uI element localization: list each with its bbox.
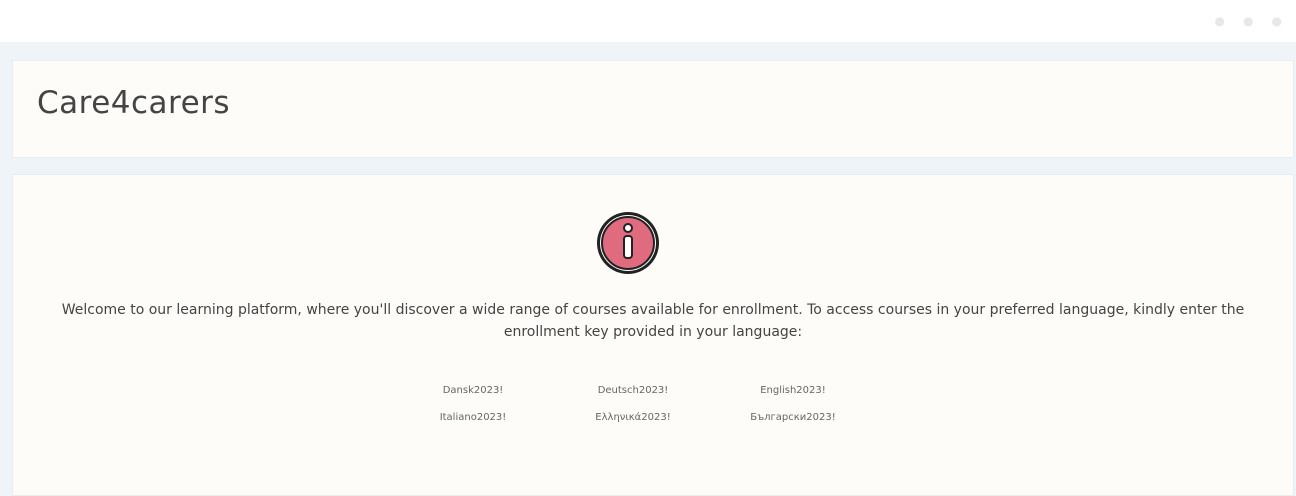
notification-icon[interactable]: ● — [1243, 14, 1253, 28]
search-icon[interactable]: ● — [1215, 14, 1225, 28]
enrollment-key-danish: Dansk2023! — [442, 385, 504, 396]
enrollment-key-german: Deutsch2023! — [597, 385, 669, 396]
user-menu-icon[interactable]: ● — [1272, 14, 1282, 28]
enrollment-key-greek: Ελληνικά2023! — [595, 412, 671, 423]
top-navbar: ● ● ● — [0, 0, 1296, 42]
info-icon — [597, 212, 659, 274]
main-content-card: Welcome to our learning platform, where … — [12, 174, 1294, 496]
navbar-icons: ● ● ● — [1215, 14, 1282, 28]
enrollment-key-italian: Italiano2023! — [439, 412, 507, 423]
enrollment-key-english: English2023! — [760, 385, 826, 396]
enrollment-keys: Dansk2023! Deutsch2023! English2023! Ita… — [393, 385, 873, 423]
page-header: Care4carers — [12, 60, 1294, 158]
enrollment-key-bulgarian: Български2023! — [750, 412, 836, 423]
welcome-message: Welcome to our learning platform, where … — [61, 302, 1245, 340]
page-title: Care4carers — [37, 85, 231, 121]
